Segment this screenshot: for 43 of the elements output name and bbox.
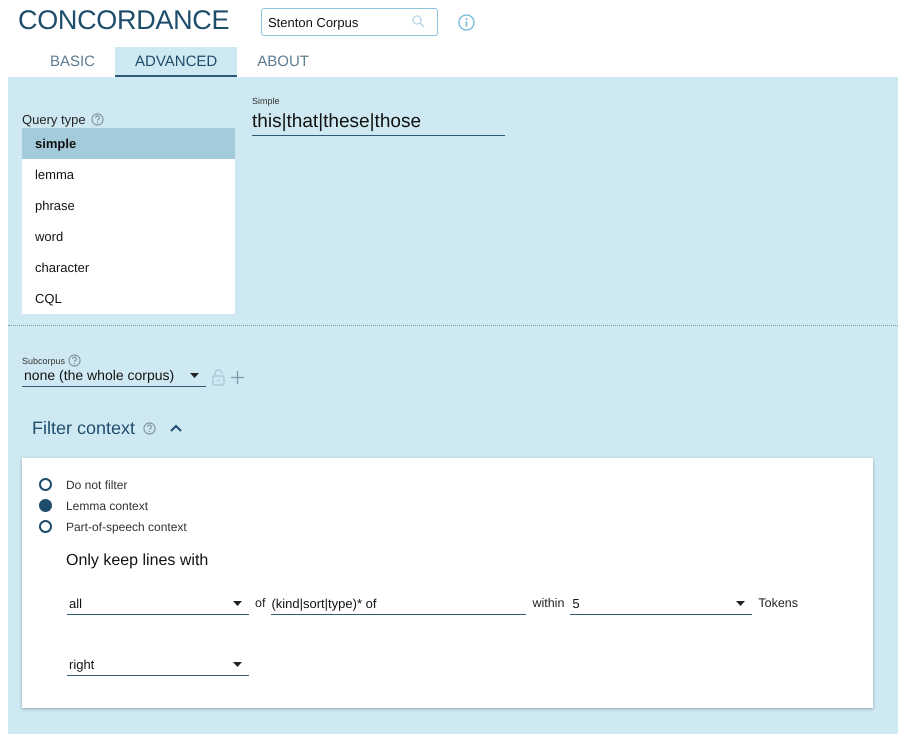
field-label: Simple	[252, 96, 281, 106]
caret-icon	[233, 662, 242, 667]
radio-button[interactable]	[39, 499, 52, 512]
radio-button[interactable]	[39, 520, 52, 533]
query-input-field[interactable]: this|that|these|those	[252, 111, 505, 136]
connector-text: of	[255, 596, 266, 612]
field-label: Query type	[22, 112, 86, 126]
info-icon[interactable]	[458, 14, 475, 30]
corpus-search-field[interactable]: Stenton Corpus	[261, 8, 438, 36]
search-icon[interactable]	[412, 15, 425, 28]
dropdown[interactable]: 5	[570, 596, 752, 615]
lock-icon[interactable]	[212, 368, 225, 386]
help-icon[interactable]	[68, 354, 82, 367]
section-title: Filter context	[32, 418, 136, 438]
caret-icon	[190, 372, 199, 378]
list-item[interactable]: simple	[22, 128, 235, 159]
tab[interactable]: BASIC	[30, 47, 116, 77]
plus-icon[interactable]	[231, 370, 244, 384]
app-title: CONCORDANCE	[18, 4, 230, 36]
dropdown[interactable]: right	[67, 657, 249, 676]
connector-text: within	[532, 596, 564, 612]
list-item[interactable]: CQL	[22, 283, 235, 314]
list-item[interactable]: word	[22, 221, 235, 252]
tab[interactable]: ABOUT	[237, 47, 329, 77]
dropdown[interactable]: all	[67, 596, 249, 615]
section-heading: Only keep lines with	[66, 552, 210, 570]
list-item[interactable]: phrase	[22, 190, 235, 221]
dropdown[interactable]: none (the whole corpus)	[22, 367, 206, 387]
chevron-up-icon[interactable]	[170, 424, 182, 432]
connector-text: Tokens	[758, 596, 798, 612]
tab[interactable]: ADVANCED	[115, 47, 238, 77]
list-item[interactable]: character	[22, 252, 235, 283]
context-input-field[interactable]: (kind|sort|type)* of	[271, 596, 526, 615]
help-icon[interactable]	[90, 112, 104, 126]
radio-label[interactable]: Do not filter	[66, 478, 128, 492]
field-label: Subcorpus	[22, 356, 66, 366]
caret-icon	[736, 601, 746, 606]
caret-icon	[233, 601, 242, 606]
radio-label[interactable]: Part-of-speech context	[66, 520, 187, 534]
list-item[interactable]: lemma	[22, 159, 235, 190]
radio-button[interactable]	[39, 478, 52, 491]
radio-label[interactable]: Lemma context	[66, 498, 148, 512]
help-icon[interactable]	[143, 422, 156, 434]
